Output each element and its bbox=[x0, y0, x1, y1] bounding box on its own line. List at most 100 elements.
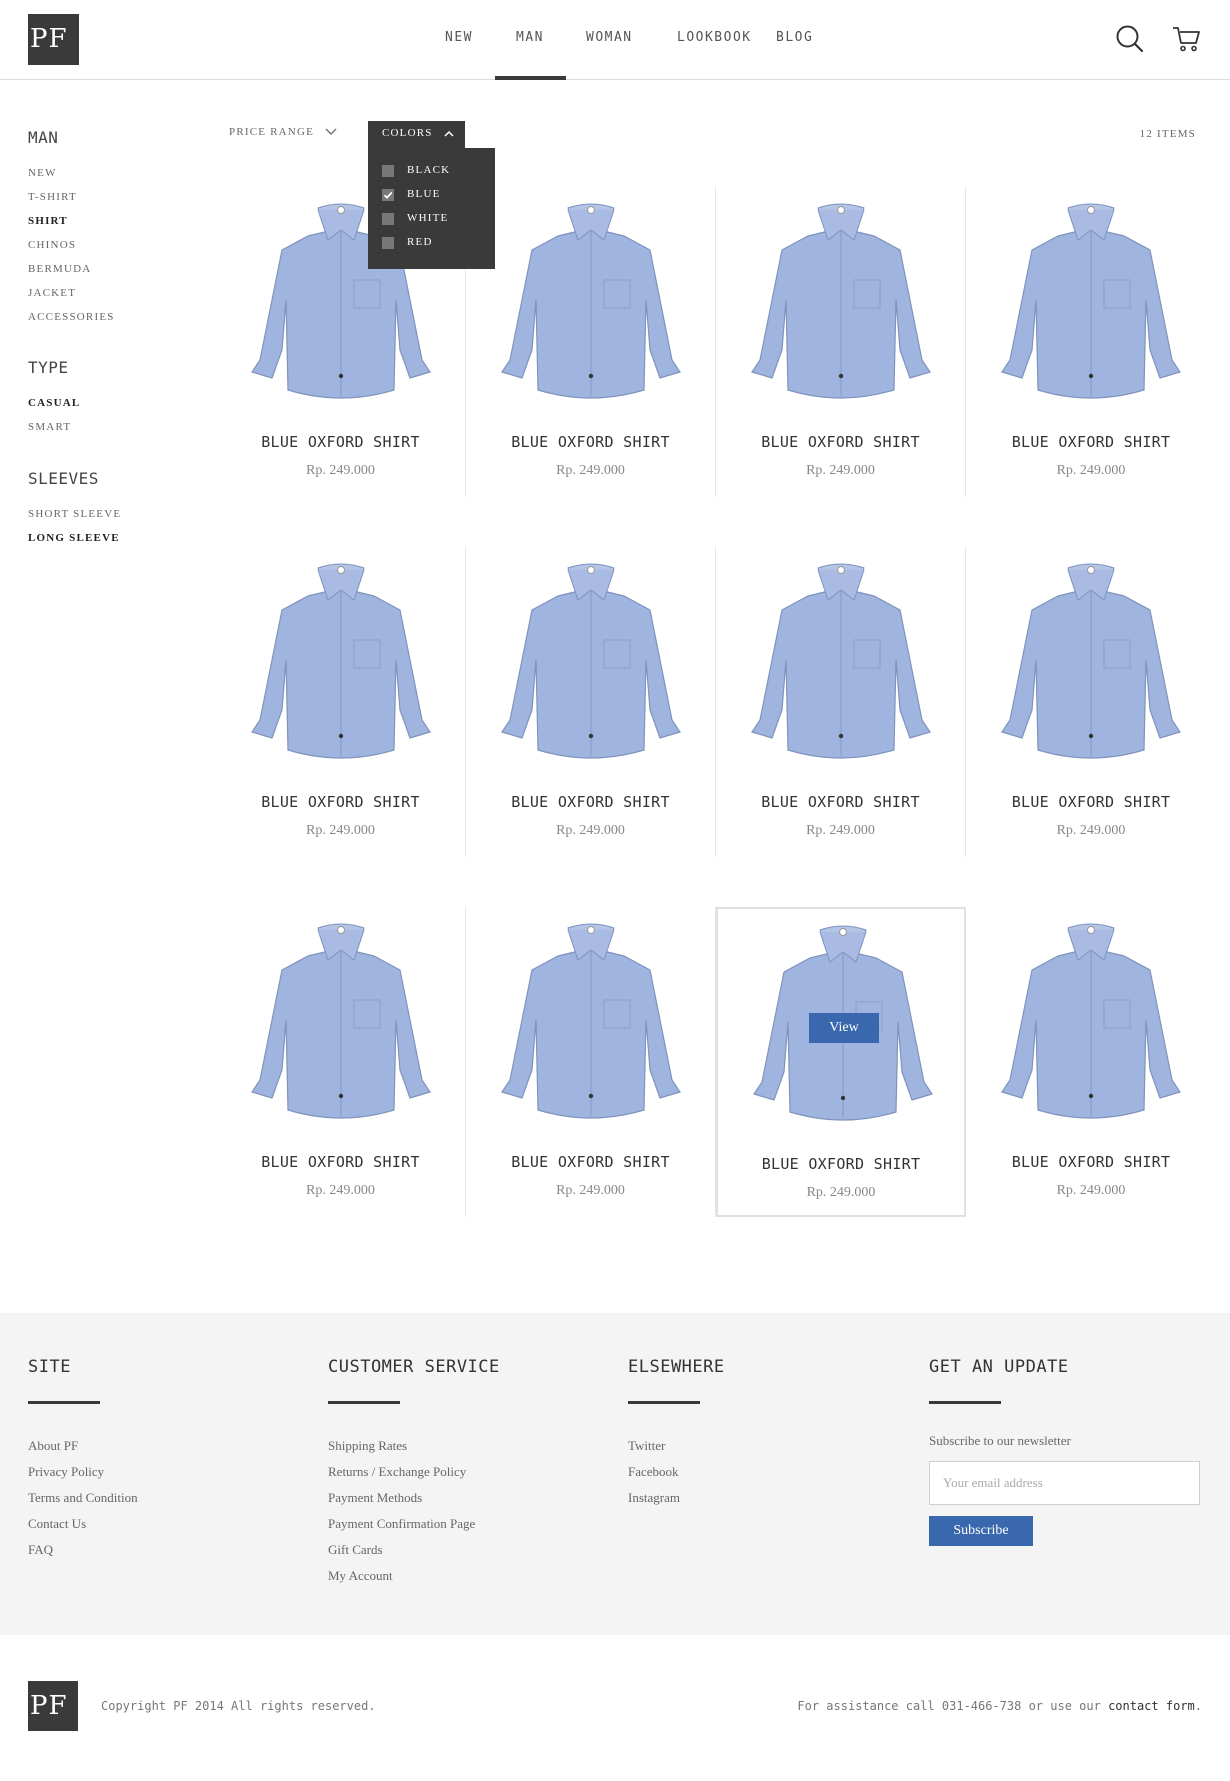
product-name[interactable]: BLUE OXFORD SHIRT bbox=[716, 793, 965, 811]
search-icon[interactable] bbox=[1115, 24, 1145, 59]
shirt-image bbox=[751, 203, 931, 399]
product-price: Rp. 249.000 bbox=[1056, 463, 1126, 478]
chevron-down-icon bbox=[325, 128, 337, 136]
product-card[interactable]: BLUE OXFORD SHIRT Rp. 249.000 bbox=[716, 187, 966, 497]
product-card[interactable]: BLUE OXFORD SHIRT Rp. 249.000 bbox=[466, 907, 716, 1217]
newsletter-text: Subscribe to our newsletter bbox=[929, 1433, 1071, 1448]
product-name[interactable]: BLUE OXFORD SHIRT bbox=[966, 793, 1216, 811]
footer-link-twitter[interactable]: Twitter bbox=[628, 1433, 725, 1459]
sidebar-item-smart[interactable]: SMART bbox=[28, 421, 71, 433]
checkbox[interactable] bbox=[382, 165, 394, 177]
product-price: Rp. 249.000 bbox=[306, 823, 375, 838]
product-price: Rp. 249.000 bbox=[306, 463, 375, 478]
product-price: Rp. 249.000 bbox=[806, 823, 875, 838]
footer-logo[interactable]: PF bbox=[28, 1681, 78, 1731]
chevron-up-icon bbox=[444, 130, 454, 137]
nav-active-indicator bbox=[495, 76, 566, 80]
product-name[interactable]: BLUE OXFORD SHIRT bbox=[718, 1155, 964, 1173]
sidebar-item-casual[interactable]: CASUAL bbox=[28, 397, 80, 409]
product-card[interactable]: BLUE OXFORD SHIRT Rp. 249.000 bbox=[966, 907, 1216, 1217]
assistance-period: . bbox=[1194, 1699, 1202, 1713]
sidebar-item-accessories[interactable]: ACCESSORIES bbox=[28, 311, 115, 323]
sidebar-item-bermuda[interactable]: BERMUDA bbox=[28, 263, 91, 275]
nav-item-blog[interactable]: BLOG bbox=[776, 30, 813, 45]
cart-icon[interactable] bbox=[1172, 25, 1202, 58]
product-card[interactable]: BLUE OXFORD SHIRT Rp. 249.000 bbox=[216, 547, 466, 857]
product-name[interactable]: BLUE OXFORD SHIRT bbox=[216, 433, 465, 451]
colors-dropdown-menu: BLACK BLUE WHITE RED bbox=[368, 148, 495, 269]
product-name[interactable]: BLUE OXFORD SHIRT bbox=[966, 433, 1216, 451]
product-card[interactable]: BLUE OXFORD SHIRT Rp. 249.000 View bbox=[716, 907, 966, 1217]
product-name[interactable]: BLUE OXFORD SHIRT bbox=[466, 433, 715, 451]
checkbox-checked[interactable] bbox=[382, 189, 394, 201]
footer-link-contact[interactable]: Contact Us bbox=[28, 1511, 138, 1537]
product-name[interactable]: BLUE OXFORD SHIRT bbox=[466, 1153, 715, 1171]
nav-item-woman[interactable]: WOMAN bbox=[586, 30, 633, 45]
footer-link-facebook[interactable]: Facebook bbox=[628, 1459, 725, 1485]
product-name[interactable]: BLUE OXFORD SHIRT bbox=[716, 433, 965, 451]
sidebar-item-shirt[interactable]: SHIRT bbox=[28, 215, 68, 227]
product-card[interactable]: BLUE OXFORD SHIRT Rp. 249.000 bbox=[966, 187, 1216, 497]
product-card[interactable]: BLUE OXFORD SHIRT Rp. 249.000 bbox=[216, 907, 466, 1217]
product-name[interactable]: BLUE OXFORD SHIRT bbox=[466, 793, 715, 811]
colors-filter-button[interactable]: COLORS bbox=[368, 121, 465, 148]
footer-title-update: GET AN UPDATE bbox=[929, 1357, 1069, 1377]
price-range-filter[interactable]: PRICE RANGE bbox=[229, 126, 337, 138]
product-card[interactable]: BLUE OXFORD SHIRT Rp. 249.000 bbox=[716, 547, 966, 857]
checkbox[interactable] bbox=[382, 237, 394, 249]
items-count: 12 ITEMS bbox=[1139, 128, 1196, 140]
contact-form-link[interactable]: contact form bbox=[1108, 1699, 1195, 1713]
shirt-image bbox=[751, 563, 931, 759]
assistance-label: For assistance call 031-466-738 or use o… bbox=[797, 1699, 1109, 1713]
color-option-black[interactable]: BLACK bbox=[368, 162, 495, 186]
footer-link-instagram[interactable]: Instagram bbox=[628, 1485, 725, 1511]
color-option-blue[interactable]: BLUE bbox=[368, 186, 495, 210]
sidebar-title-sleeves: SLEEVES bbox=[28, 469, 99, 488]
color-option-label: BLACK bbox=[407, 164, 451, 176]
divider bbox=[628, 1401, 700, 1404]
sidebar-title-type: TYPE bbox=[28, 358, 69, 377]
footer-link-gift-cards[interactable]: Gift Cards bbox=[328, 1537, 500, 1563]
footer-col-newsletter: GET AN UPDATE Subscribe to our newslette… bbox=[929, 1357, 1200, 1546]
footer-link-faq[interactable]: FAQ bbox=[28, 1537, 138, 1563]
shirt-image bbox=[501, 923, 681, 1119]
product-card[interactable]: BLUE OXFORD SHIRT Rp. 249.000 bbox=[466, 187, 716, 497]
checkmark-icon bbox=[383, 191, 393, 199]
footer-link-about[interactable]: About PF bbox=[28, 1433, 138, 1459]
footer-link-shipping[interactable]: Shipping Rates bbox=[328, 1433, 500, 1459]
product-price: Rp. 249.000 bbox=[1056, 1183, 1126, 1198]
product-name[interactable]: BLUE OXFORD SHIRT bbox=[216, 793, 465, 811]
footer-link-terms[interactable]: Terms and Condition bbox=[28, 1485, 138, 1511]
sidebar-item-chinos[interactable]: CHINOS bbox=[28, 239, 76, 251]
product-name[interactable]: BLUE OXFORD SHIRT bbox=[216, 1153, 465, 1171]
footer-link-payment-confirmation[interactable]: Payment Confirmation Page bbox=[328, 1511, 500, 1537]
color-option-red[interactable]: RED bbox=[368, 234, 495, 258]
email-field[interactable] bbox=[929, 1461, 1200, 1505]
sidebar-item-t-shirt[interactable]: T-SHIRT bbox=[28, 191, 77, 203]
footer-link-my-account[interactable]: My Account bbox=[328, 1563, 500, 1589]
product-card[interactable]: BLUE OXFORD SHIRT Rp. 249.000 bbox=[466, 547, 716, 857]
view-button[interactable]: View bbox=[809, 1013, 879, 1043]
shirt-image bbox=[1001, 203, 1181, 399]
product-price: Rp. 249.000 bbox=[806, 1185, 876, 1200]
nav-item-new[interactable]: NEW bbox=[445, 30, 473, 45]
footer-link-returns[interactable]: Returns / Exchange Policy bbox=[328, 1459, 500, 1485]
nav-item-lookbook[interactable]: LOOKBOOK bbox=[677, 30, 752, 45]
site-footer: SITE About PF Privacy Policy Terms and C… bbox=[0, 1313, 1230, 1635]
footer-link-privacy[interactable]: Privacy Policy bbox=[28, 1459, 138, 1485]
sidebar-item-new[interactable]: NEW bbox=[28, 167, 57, 179]
checkbox[interactable] bbox=[382, 213, 394, 225]
sidebar-item-jacket[interactable]: JACKET bbox=[28, 287, 76, 299]
subscribe-button[interactable]: Subscribe bbox=[929, 1516, 1033, 1546]
sidebar-item-long-sleeve[interactable]: LONG SLEEVE bbox=[28, 532, 120, 544]
shirt-image bbox=[1001, 563, 1181, 759]
color-option-white[interactable]: WHITE bbox=[368, 210, 495, 234]
copyright-text: Copyright PF 2014 All rights reserved. bbox=[101, 1699, 376, 1713]
footer-link-payment-methods[interactable]: Payment Methods bbox=[328, 1485, 500, 1511]
product-name[interactable]: BLUE OXFORD SHIRT bbox=[966, 1153, 1216, 1171]
main-nav: NEW MAN WOMAN LOOKBOOK BLOG bbox=[0, 0, 1230, 80]
sidebar-item-short-sleeve[interactable]: SHORT SLEEVE bbox=[28, 508, 121, 520]
product-price: Rp. 249.000 bbox=[556, 823, 625, 838]
nav-item-man[interactable]: MAN bbox=[516, 30, 544, 45]
product-card[interactable]: BLUE OXFORD SHIRT Rp. 249.000 bbox=[966, 547, 1216, 857]
